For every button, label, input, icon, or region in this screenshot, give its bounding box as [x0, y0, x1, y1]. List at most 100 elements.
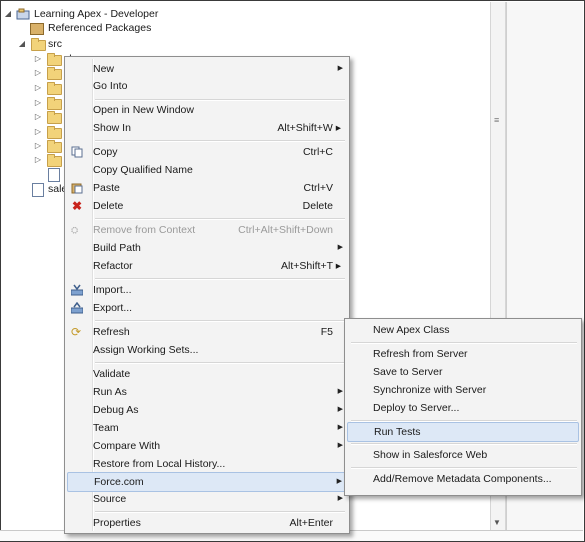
- menu-item-restore-local-history[interactable]: Restore from Local History...: [67, 455, 347, 473]
- context-menu: New ▶ Go Into Open in New Window Show In A…: [64, 56, 350, 534]
- menu-item-new-apex-class[interactable]: New Apex Class: [347, 321, 579, 339]
- menu-item-assign-working-sets[interactable]: Assign Working Sets...: [67, 341, 347, 359]
- menu-label: Refactor: [93, 260, 133, 272]
- menu-label: Assign Working Sets...: [93, 344, 199, 356]
- menu-label: Debug As: [93, 404, 139, 416]
- menu-item-import[interactable]: Import...: [67, 281, 347, 299]
- expand-icon[interactable]: ▷: [34, 153, 42, 167]
- delete-icon: ✖: [71, 199, 83, 213]
- menu-item-debug-as[interactable]: Debug As ▶: [67, 401, 347, 419]
- menu-item-refactor[interactable]: Refactor Alt+Shift+T ▸: [67, 257, 347, 275]
- menu-item-properties[interactable]: Properties Alt+Enter: [67, 514, 347, 532]
- menu-label: Show In: [93, 122, 131, 134]
- expand-icon[interactable]: ▷: [34, 81, 42, 95]
- collapse-icon[interactable]: ◢: [18, 37, 26, 51]
- menu-separator: [351, 467, 577, 469]
- menu-item-run-tests[interactable]: Run Tests: [347, 422, 579, 442]
- menu-item-compare-with[interactable]: Compare With ▶: [67, 437, 347, 455]
- menu-item-export[interactable]: Export...: [67, 299, 347, 317]
- menu-label: Import...: [93, 284, 132, 296]
- menu-separator: [95, 511, 345, 513]
- menu-label: Refresh: [93, 326, 130, 338]
- menu-item-team[interactable]: Team ▶: [67, 419, 347, 437]
- menu-label: Go Into: [93, 80, 128, 92]
- menu-accelerator: Ctrl+C: [302, 146, 333, 158]
- force-com-submenu: New Apex Class Refresh from Server Save …: [344, 318, 582, 496]
- menu-item-remove-from-context[interactable]: ⛭ Remove from Context Ctrl+Alt+Shift+Down: [67, 221, 347, 239]
- menu-label: Source: [93, 493, 127, 505]
- submenu-arrow-icon: ▶: [337, 495, 343, 502]
- submenu-arrow-icon: ▶: [337, 424, 343, 431]
- submenu-arrow-icon: ▶: [336, 478, 342, 485]
- menu-item-open-new-window[interactable]: Open in New Window: [67, 101, 347, 119]
- menu-item-show-in[interactable]: Show In Alt+Shift+W ▸: [67, 119, 347, 137]
- menu-separator: [95, 218, 345, 220]
- menu-label: Force.com: [94, 476, 144, 488]
- project-icon: [16, 8, 30, 20]
- menu-label: Deploy to Server...: [373, 402, 460, 414]
- menu-accelerator: Alt+Shift+T ▸: [281, 260, 341, 272]
- menu-label: Compare With: [93, 440, 161, 452]
- file-icon: [48, 168, 60, 182]
- menu-item-copy-qualified-name[interactable]: Copy Qualified Name: [67, 161, 347, 179]
- menu-label: Properties: [93, 517, 141, 529]
- folder-icon: [47, 111, 62, 124]
- menu-item-save-to-server[interactable]: Save to Server: [347, 363, 579, 381]
- menu-item-copy[interactable]: Copy Ctrl+C: [67, 143, 347, 161]
- submenu-arrow-icon: ▶: [337, 65, 343, 72]
- expand-icon[interactable]: ▷: [34, 96, 42, 110]
- menu-item-force-com[interactable]: Force.com ▶: [67, 472, 347, 492]
- menu-label: Team: [93, 422, 119, 434]
- menu-separator: [95, 362, 345, 364]
- expand-icon[interactable]: ▷: [34, 125, 42, 139]
- menu-item-build-path[interactable]: Build Path ▶: [67, 239, 347, 257]
- folder-icon: [31, 38, 46, 51]
- expand-icon[interactable]: ▷: [34, 139, 42, 153]
- paste-icon: [71, 182, 83, 194]
- menu-item-source[interactable]: Source ▶: [67, 490, 347, 508]
- grip-icon: ≡: [494, 115, 500, 125]
- submenu-arrow-icon: ▶: [337, 406, 343, 413]
- export-icon: [70, 301, 84, 314]
- menu-item-go-into[interactable]: Go Into: [67, 77, 347, 95]
- menu-label: Run Tests: [374, 426, 421, 438]
- menu-item-refresh-from-server[interactable]: Refresh from Server: [347, 345, 579, 363]
- submenu-arrow-icon: ▶: [337, 244, 343, 251]
- menu-label: Copy: [93, 146, 118, 158]
- menu-accelerator: Ctrl+Alt+Shift+Down: [238, 224, 333, 236]
- menu-item-run-as[interactable]: Run As ▶: [67, 383, 347, 401]
- scroll-down-icon[interactable]: ▼: [493, 518, 501, 527]
- menu-separator: [351, 342, 577, 344]
- menu-label: Show in Salesforce Web: [373, 449, 488, 461]
- menu-separator: [95, 278, 345, 280]
- menu-item-new[interactable]: New ▶: [67, 60, 347, 78]
- copy-icon: [71, 146, 83, 158]
- menu-separator: [351, 443, 577, 445]
- project-label: Learning Apex - Developer: [34, 8, 159, 20]
- menu-label: Paste: [93, 182, 120, 194]
- menu-label: Refresh from Server: [373, 348, 468, 360]
- menu-item-refresh[interactable]: ⟳ Refresh F5: [67, 323, 347, 341]
- menu-accelerator: F5: [320, 326, 333, 338]
- menu-label: Delete: [93, 200, 124, 212]
- menu-label: New: [93, 63, 115, 75]
- menu-item-validate[interactable]: Validate: [67, 365, 347, 383]
- menu-label: Build Path: [93, 242, 141, 254]
- menu-item-delete[interactable]: ✖ Delete Delete: [67, 197, 347, 215]
- menu-item-deploy-to-server[interactable]: Deploy to Server...: [347, 399, 579, 417]
- collapse-icon[interactable]: ◢: [4, 7, 12, 21]
- folder-icon: [47, 82, 62, 95]
- folder-icon: [47, 67, 62, 80]
- menu-item-synchronize-with-server[interactable]: Synchronize with Server: [347, 381, 579, 399]
- expand-icon[interactable]: ▷: [34, 52, 42, 66]
- menu-item-show-in-salesforce-web[interactable]: Show in Salesforce Web: [347, 446, 579, 464]
- expand-icon[interactable]: ▷: [34, 66, 42, 80]
- folder-icon: [47, 154, 62, 167]
- expand-icon[interactable]: ▷: [34, 110, 42, 124]
- menu-item-paste[interactable]: Paste Ctrl+V: [67, 179, 347, 197]
- menu-label: Open in New Window: [93, 104, 194, 116]
- menu-accelerator: Delete: [302, 200, 333, 212]
- menu-item-add-remove-metadata[interactable]: Add/Remove Metadata Components...: [347, 470, 579, 488]
- referenced-packages-label: Referenced Packages: [48, 22, 152, 34]
- menu-separator: [95, 140, 345, 142]
